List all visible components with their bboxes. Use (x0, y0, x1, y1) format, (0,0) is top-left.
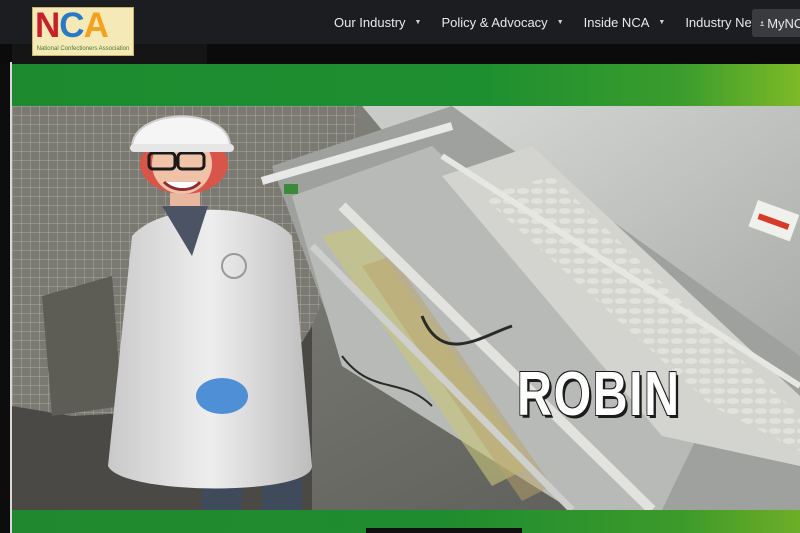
hero-name-title: ROBIN (517, 360, 681, 429)
caret-down-icon: ▼ (658, 18, 666, 26)
caret-down-icon: ▼ (556, 18, 564, 26)
nav-label: Inside NCA (583, 14, 650, 30)
logo-letters: NCA (35, 6, 131, 45)
nca-logo[interactable]: NCA National Confectioners Association (32, 7, 134, 56)
logo-letter-a: A (83, 6, 109, 45)
main-nav: Our Industry ▼ Policy & Advocacy ▼ Insid… (324, 0, 794, 44)
hero-top-band (12, 64, 800, 106)
nav-our-industry[interactable]: Our Industry ▼ (324, 0, 431, 44)
nav-label: Policy & Advocacy (441, 14, 548, 30)
nav-inside-nca[interactable]: Inside NCA ▼ (574, 0, 676, 44)
factory-scene-image (12, 106, 800, 510)
nav-policy-advocacy[interactable]: Policy & Advocacy ▼ (431, 0, 573, 44)
mynca-button[interactable]: MyNCA (752, 9, 800, 37)
user-icon (760, 20, 765, 26)
caret-down-icon: ▼ (414, 18, 422, 26)
mynca-label: MyNCA (767, 15, 800, 31)
bottom-tab (366, 528, 522, 533)
logo-tagline: National Confectioners Association (36, 46, 130, 52)
logo-letter-n: N (35, 6, 60, 45)
logo-letter-c: C (59, 6, 84, 45)
nav-label: Our Industry (334, 14, 406, 30)
hero-video[interactable]: ROBIN (12, 106, 800, 510)
